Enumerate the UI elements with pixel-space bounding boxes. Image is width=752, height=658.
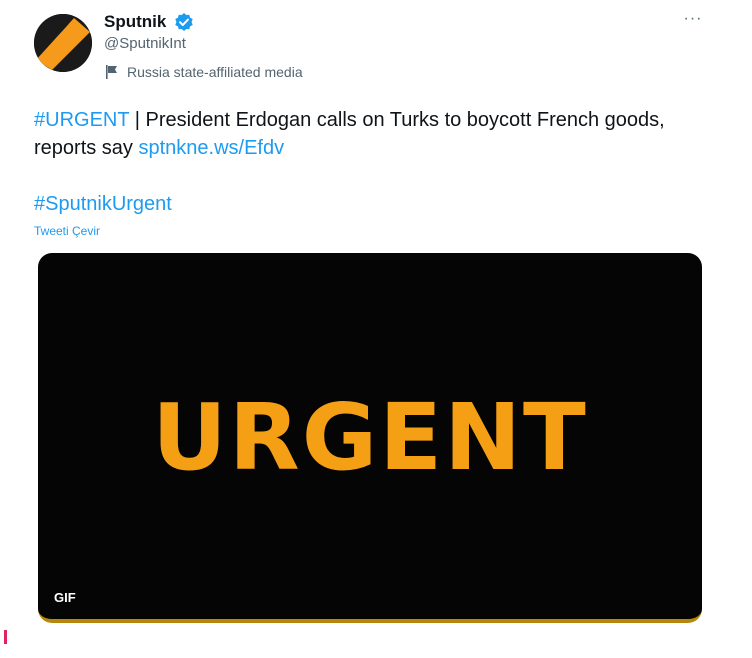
verified-badge-icon [174, 12, 194, 32]
gif-badge: GIF [54, 590, 76, 605]
tweet-text: #URGENT | President Erdogan calls on Tur… [34, 106, 684, 162]
more-options-button[interactable]: ··· [680, 10, 706, 28]
state-affiliated-text: Russia state-affiliated media [127, 64, 303, 80]
tweet-card: Sputnik @SputnikInt Russia state-affilia… [0, 0, 752, 658]
media-urgent-text: URGENT [152, 384, 588, 491]
short-link[interactable]: sptnkne.ws/Efdv [138, 137, 284, 159]
translate-tweet-link[interactable]: Tweeti Çevir [34, 224, 100, 238]
sputnik-logo-icon [34, 14, 92, 72]
state-affiliated-label[interactable]: Russia state-affiliated media [104, 62, 303, 82]
author-name[interactable]: Sputnik [104, 12, 166, 32]
corner-marker [4, 630, 7, 644]
hashtag-sputnikurgent-link[interactable]: #SputnikUrgent [34, 190, 172, 218]
avatar[interactable] [34, 14, 92, 72]
gif-media[interactable]: URGENT GIF [38, 253, 702, 623]
separator: | [129, 109, 146, 131]
government-flag-icon [106, 65, 117, 79]
author-handle[interactable]: @SputnikInt [104, 35, 186, 52]
hashtag-urgent-link[interactable]: #URGENT [34, 109, 129, 131]
